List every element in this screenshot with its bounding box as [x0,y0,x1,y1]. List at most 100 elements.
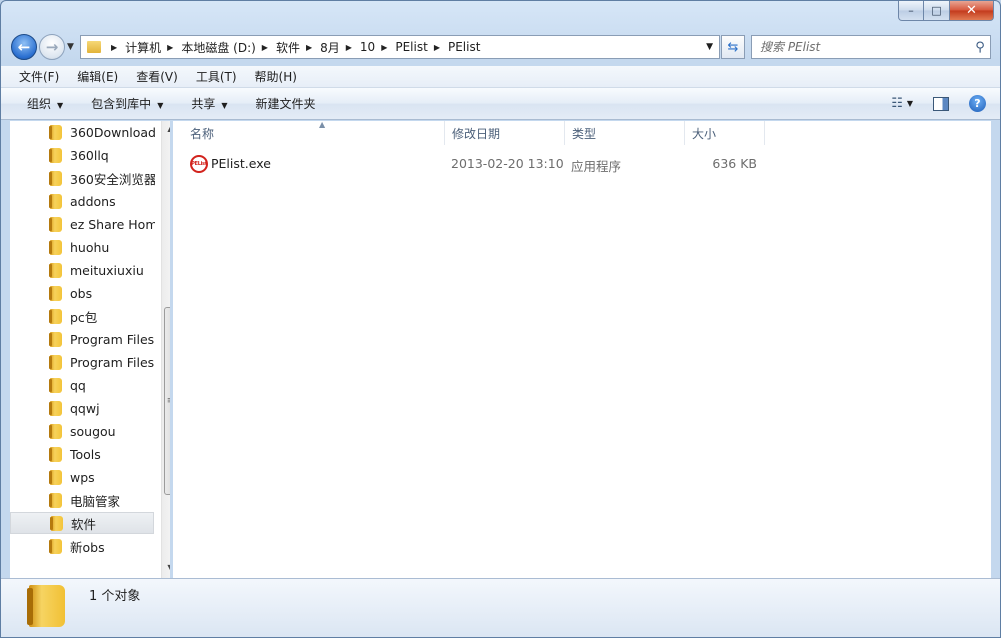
nav-item[interactable]: meituxiuxiu [10,259,155,281]
item-count: 1 个对象 [89,589,141,604]
nav-item[interactable]: sougou [10,420,155,442]
nav-item[interactable]: 电脑管家 [10,489,155,511]
folder-icon [49,538,62,554]
breadcrumb-pelist[interactable]: PElist [395,40,427,54]
breadcrumb-separator-icon[interactable]: ▶ [111,43,117,52]
menu-edit[interactable]: 编辑(E) [67,68,126,85]
nav-item[interactable]: obs [10,282,155,304]
breadcrumb-separator-icon[interactable]: ▶ [306,43,312,52]
minimize-button[interactable]: – [898,1,924,21]
search-box: ⚲ [751,35,991,59]
nav-item[interactable]: qqwj [10,397,155,419]
folder-icon [49,239,62,255]
nav-item-label: Program Files [70,331,155,347]
nav-item-label: 360Downloads [70,124,155,140]
nav-item[interactable]: 360llq [10,144,155,166]
nav-item[interactable]: qq [10,374,155,396]
chevron-down-icon[interactable]: ▼ [907,99,913,108]
folder-icon [50,515,63,531]
nav-item[interactable]: pc包 [10,305,155,327]
include-in-library-button[interactable]: 包含到库中 ▼ [77,95,177,112]
menu-tools[interactable]: 工具(T) [186,68,245,85]
folder-icon [49,193,62,209]
breadcrumb-separator-icon[interactable]: ▶ [434,43,440,52]
address-bar[interactable]: ▶ 计算机 ▶ 本地磁盘 (D:) ▶ 软件 ▶ 8月 ▶ 10 ▶ PElis… [80,35,720,59]
new-folder-button[interactable]: 新建文件夹 [242,95,330,112]
nav-item[interactable]: wps [10,466,155,488]
nav-item[interactable]: 新obs [10,535,155,557]
share-button[interactable]: 共享 ▼ [177,95,241,112]
caption-buttons: – □ ✕ [898,1,994,21]
forward-button[interactable]: → [39,34,65,60]
file-row[interactable]: PEList PElist.exe 2013-02-20 13:10 应用程序 … [183,153,963,175]
folder-icon [49,423,62,439]
nav-item[interactable]: 360Downloads [10,121,155,143]
scroll-down-icon[interactable]: ▼ [162,560,170,576]
back-arrow-icon: ← [17,38,31,56]
maximize-button[interactable]: □ [924,1,950,21]
nav-item[interactable]: 360安全浏览器 [10,167,155,189]
folder-icon [49,469,62,485]
scroll-thumb[interactable]: ≡ [164,307,170,495]
search-input[interactable] [752,40,970,54]
menu-file[interactable]: 文件(F) [1,68,67,85]
chevron-down-icon: ▼ [67,42,74,52]
recent-pages-dropdown[interactable]: ▼ [67,42,74,52]
breadcrumb-computer[interactable]: 计算机 [125,39,161,56]
refresh-button[interactable]: ⇆ [721,35,745,59]
column-size[interactable]: 大小 [685,121,765,145]
folder-icon [49,147,62,163]
chevron-down-icon: ▼ [221,101,228,110]
breadcrumb-separator-icon[interactable]: ▶ [346,43,352,52]
nav-item[interactable]: Program Files [10,328,155,350]
chevron-down-icon: ▼ [157,101,164,110]
nav-item-label: 新obs [70,539,105,555]
nav-scrollbar[interactable]: ▲ ≡ ▼ [161,121,170,578]
nav-item[interactable]: huohu [10,236,155,258]
organize-label: 组织 [27,97,52,111]
folder-icon [49,492,62,508]
folder-icon [49,124,62,140]
exe-app-icon: PEList [190,155,208,173]
breadcrumb-pelist-current[interactable]: PElist [448,40,480,54]
nav-item-label: qq [70,377,86,393]
breadcrumb-software[interactable]: 软件 [276,39,300,56]
breadcrumb-drive-d[interactable]: 本地磁盘 (D:) [181,39,255,56]
breadcrumb-separator-icon[interactable]: ▶ [262,43,268,52]
address-dropdown-icon[interactable]: ▼ [706,42,713,52]
search-icon[interactable]: ⚲ [970,40,990,55]
sort-ascending-icon: ▲ [319,120,326,129]
nav-item-label: 电脑管家 [70,493,121,509]
nav-item-label: meituxiuxiu [70,262,144,278]
breadcrumb-10[interactable]: 10 [360,40,375,54]
nav-item[interactable]: Program Files [10,351,155,373]
breadcrumb-separator-icon[interactable]: ▶ [167,43,173,52]
column-name[interactable]: 名称 ▲ [183,120,445,145]
view-options-icon[interactable]: ☷ [891,96,903,111]
folder-icon [49,216,62,232]
nav-item-label: huohu [70,239,110,255]
folder-icon [87,41,101,53]
menu-view[interactable]: 查看(V) [126,68,186,85]
organize-button[interactable]: 组织 ▼ [1,95,77,112]
column-type[interactable]: 类型 [565,121,685,145]
nav-item[interactable]: 软件 [10,512,154,534]
folder-icon [49,331,62,347]
nav-item[interactable]: Tools [10,443,155,465]
nav-item[interactable]: ez Share Home [10,213,155,235]
menu-help[interactable]: 帮助(H) [245,68,305,85]
column-modified[interactable]: 修改日期 [445,121,565,145]
preview-pane-icon[interactable] [933,96,949,111]
nav-item[interactable]: addons [10,190,155,212]
breadcrumb-separator-icon[interactable]: ▶ [381,43,387,52]
help-icon[interactable]: ? [969,95,986,112]
details-pane: 1 个对象 [1,578,1000,637]
refresh-icon: ⇆ [727,39,739,55]
view-controls: ☷ ▼ ? [891,95,1000,112]
scroll-up-icon[interactable]: ▲ [162,121,170,137]
breadcrumb-august[interactable]: 8月 [320,39,340,56]
back-button[interactable]: ← [11,34,37,60]
close-button[interactable]: ✕ [950,1,994,21]
nav-item-label: Program Files [70,354,155,370]
nav-item-label: wps [70,469,95,485]
